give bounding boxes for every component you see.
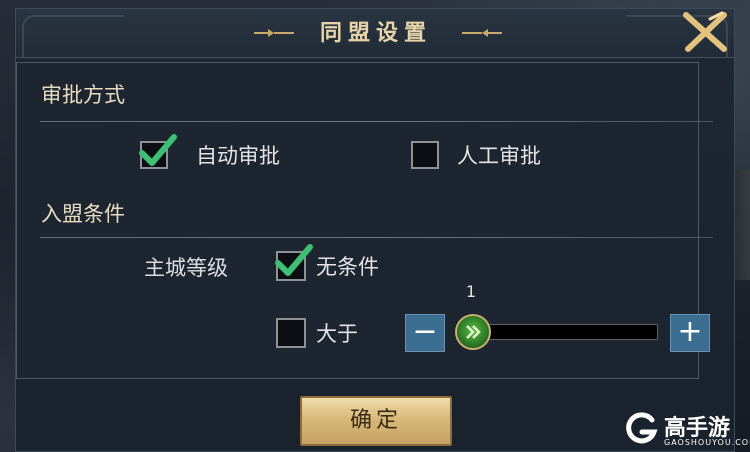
gaoshouyou-logo-icon: [626, 412, 658, 444]
check-icon: [139, 134, 177, 166]
checkbox-box: [276, 318, 306, 348]
dialog-title: 同盟设置: [319, 21, 432, 46]
no-condition-label: 无条件: [316, 255, 379, 279]
checkbox-box: [411, 141, 439, 169]
cloud-ornament-left: [22, 15, 124, 57]
watermark: 高手游 GAOSHOUYOU.COM: [620, 408, 750, 452]
manual-approve-checkbox[interactable]: 人工审批: [411, 138, 541, 172]
checkbox-box: [275, 244, 313, 281]
manual-approve-label: 人工审批: [457, 144, 541, 168]
greater-than-label: 大于: [316, 322, 358, 346]
title-ornament-right-icon: [462, 29, 502, 37]
decrement-button[interactable]: −: [405, 314, 445, 352]
join-section-header: 入盟条件: [41, 202, 125, 226]
watermark-url: GAOSHOUYOU.COM: [664, 438, 750, 447]
checkbox-box: [139, 134, 177, 169]
title-ornament-left-icon: [254, 29, 294, 37]
check-icon: [275, 244, 313, 276]
no-condition-checkbox[interactable]: 无条件: [275, 244, 379, 283]
auto-approve-checkbox[interactable]: 自动审批: [139, 134, 280, 172]
chevron-right-icon: [466, 325, 481, 339]
dialog-title-bar: 同盟设置: [16, 9, 734, 58]
greater-than-checkbox[interactable]: 大于: [276, 316, 358, 350]
close-button[interactable]: [680, 9, 730, 55]
approval-section-header: 审批方式: [41, 83, 125, 107]
confirm-button[interactable]: 确定: [300, 396, 452, 446]
join-divider: [40, 237, 713, 238]
increment-button[interactable]: +: [670, 314, 710, 352]
approval-divider: [40, 121, 713, 122]
level-value: 1: [465, 282, 477, 301]
background-banner: [735, 170, 750, 280]
city-level-label: 主城等级: [144, 256, 228, 280]
auto-approve-label: 自动审批: [196, 144, 280, 168]
close-icon: [683, 11, 727, 52]
level-slider-thumb[interactable]: [455, 314, 491, 350]
